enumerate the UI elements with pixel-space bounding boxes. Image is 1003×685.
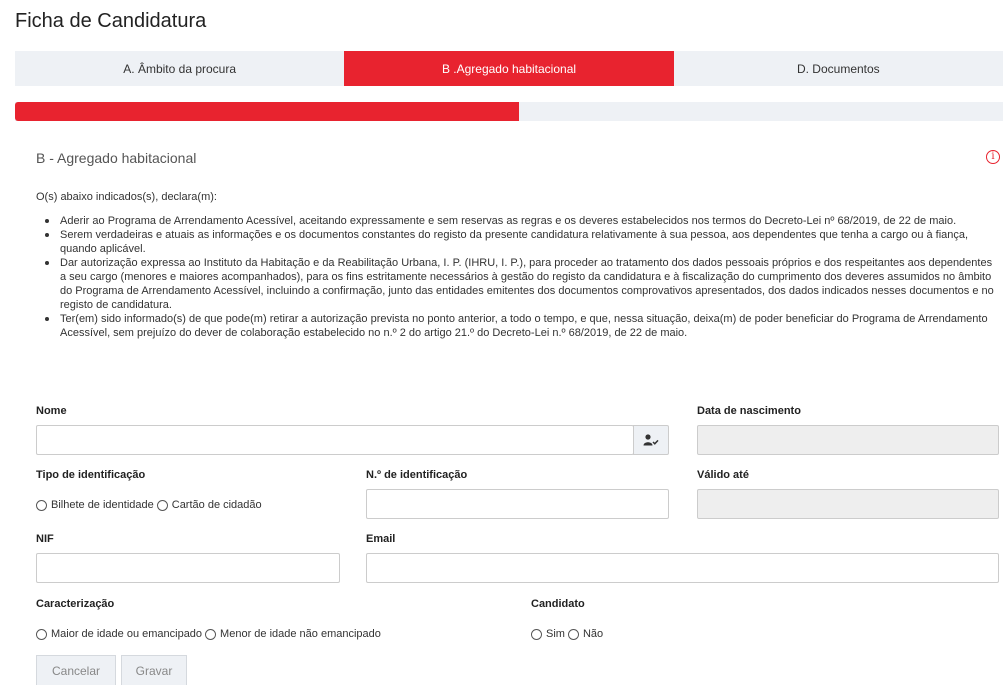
valido-ate-label: Válido até <box>697 469 749 481</box>
caracterizacao-label: Caracterização <box>36 598 115 610</box>
list-item: Aderir ao Programa de Arrendamento Acess… <box>36 214 998 228</box>
save-button[interactable]: Gravar <box>121 655 187 685</box>
list-item: Dar autorização expressa ao Instituto da… <box>36 256 998 312</box>
page-title: Ficha de Candidatura <box>15 10 207 32</box>
menor-idade-radio[interactable] <box>205 628 217 640</box>
user-lookup-button[interactable] <box>633 425 669 455</box>
data-nascimento-input <box>697 425 999 455</box>
email-label: Email <box>366 533 396 545</box>
cancel-button[interactable]: Cancelar <box>36 655 116 685</box>
email-input[interactable] <box>366 553 999 583</box>
menor-idade-label: Menor de idade não emancipado <box>220 628 381 640</box>
tab-agregado-habitacional[interactable]: B .Agregado habitacional <box>344 51 674 86</box>
nome-input[interactable] <box>36 425 634 455</box>
step-tabs: A. Âmbito da procura B .Agregado habitac… <box>15 51 1003 86</box>
candidato-radio-group: Sim Não <box>531 628 606 640</box>
list-item: Serem verdadeiras e atuais as informaçõe… <box>36 228 998 256</box>
nif-input[interactable] <box>36 553 340 583</box>
caracterizacao-radio-group: Maior de idade ou emancipado Menor de id… <box>36 628 384 640</box>
num-identificacao-input[interactable] <box>366 489 669 519</box>
progress-bar <box>15 102 1003 121</box>
candidato-sim-label: Sim <box>546 628 565 640</box>
user-check-icon <box>643 434 659 446</box>
data-nascimento-label: Data de nascimento <box>697 405 801 417</box>
tipo-identificacao-radio-group: Bilhete de identidade Cartão de cidadão <box>36 499 265 511</box>
section-title: B - Agregado habitacional <box>36 150 197 166</box>
bilhete-identidade-radio[interactable] <box>36 499 47 511</box>
num-identificacao-label: N.º de identificação <box>366 469 468 481</box>
candidato-label: Candidato <box>531 598 585 610</box>
progress-bar-fill <box>15 102 519 121</box>
cartao-cidadao-label: Cartão de cidadão <box>171 499 262 511</box>
nif-label: NIF <box>36 533 54 545</box>
bilhete-identidade-label: Bilhete de identidade <box>51 499 154 511</box>
nome-label: Nome <box>36 405 67 417</box>
maior-idade-label: Maior de idade ou emancipado <box>51 628 203 640</box>
candidato-sim-radio[interactable] <box>531 628 542 640</box>
candidato-nao-label: Não <box>582 628 604 640</box>
candidato-nao-radio[interactable] <box>567 628 579 640</box>
valido-ate-input <box>697 489 999 519</box>
list-item: Ter(em) sido informado(s) de que pode(m)… <box>36 312 998 340</box>
declaration-list: Aderir ao Programa de Arrendamento Acess… <box>36 214 998 340</box>
tab-ambito-da-procura[interactable]: A. Âmbito da procura <box>15 51 345 86</box>
declaration-intro: O(s) abaixo indicados(s), declara(m): <box>36 191 217 203</box>
maior-idade-radio[interactable] <box>36 628 47 640</box>
tab-documentos[interactable]: D. Documentos <box>673 51 1003 86</box>
info-circle-icon[interactable]: i <box>986 150 1000 164</box>
tipo-identificacao-label: Tipo de identificação <box>36 469 146 481</box>
cartao-cidadao-radio[interactable] <box>156 499 168 511</box>
